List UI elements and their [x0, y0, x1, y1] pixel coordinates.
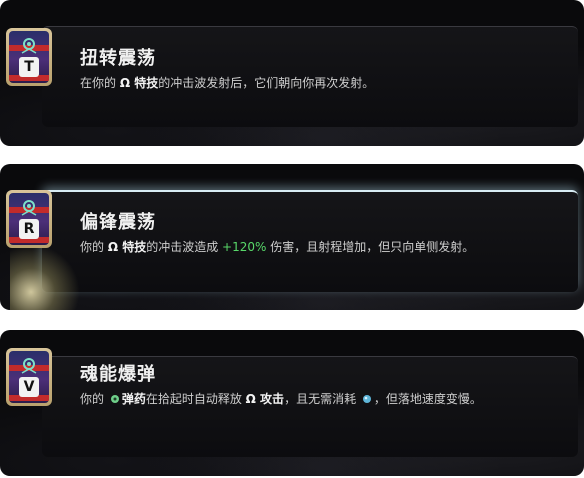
boon-title: 偏锋震荡: [80, 212, 156, 233]
description-text: 伤害，且射程增加，但只向单侧发射。: [266, 240, 475, 254]
keyword-letter: R: [19, 219, 39, 239]
description-text: 在拾起时自动释放: [145, 392, 246, 406]
description-text: ，但落地速度变慢。: [373, 392, 482, 406]
keyword-letter: V: [19, 377, 39, 397]
boon-icon-badge: V: [6, 348, 52, 406]
boon-icon-badge: R: [6, 190, 52, 248]
boon-title: 魂能爆弹: [80, 364, 156, 385]
boon-card-1[interactable]: T 扭转震荡 在你的 Ω 特技的冲击波发射后，它们朝向你再次发射。: [0, 0, 584, 146]
badge-inner: T: [9, 31, 49, 83]
description-text: 的冲击波发射后，它们朝向你再次发射。: [158, 76, 375, 90]
boon-title: 扭转震荡: [80, 48, 156, 69]
keyword-letter: T: [19, 57, 39, 77]
keyword-highlight: Ω 特技: [107, 240, 147, 254]
magick-icon: [362, 393, 372, 407]
boon-card-2[interactable]: R 偏锋震荡 你的 Ω 特技的冲击波造成 +120% 伤害，且射程增加，但只向单…: [0, 164, 584, 310]
description-text: 的冲击波造成: [146, 240, 223, 254]
badge-inner: R: [9, 193, 49, 245]
keyword-highlight: 弹药: [121, 392, 146, 406]
hecate-emblem-icon: [21, 358, 37, 374]
badge-inner: V: [9, 351, 49, 403]
selection-glow: [10, 244, 80, 310]
hecate-emblem-icon: [21, 38, 37, 54]
description-text: 在你的: [80, 76, 120, 90]
hecate-emblem-icon: [21, 200, 37, 216]
boon-description: 你的 Ω 特技的冲击波造成 +120% 伤害，且射程增加，但只向单侧发射。: [80, 238, 474, 255]
boon-icon-badge: T: [6, 28, 52, 86]
ammo-icon: [110, 393, 120, 407]
boon-description: 在你的 Ω 特技的冲击波发射后，它们朝向你再次发射。: [80, 74, 374, 91]
description-text: ，且无需消耗: [284, 392, 360, 406]
damage-bonus-value: +120%: [222, 240, 267, 254]
boon-description: 你的 弹药在拾起时自动释放 Ω 攻击，且无需消耗 ，但落地速度变慢。: [80, 390, 482, 407]
keyword-highlight: Ω 攻击: [245, 392, 285, 406]
keyword-highlight: Ω 特技: [119, 76, 159, 90]
description-text: 你的: [80, 392, 108, 406]
boon-card-3[interactable]: V 魂能爆弹 你的 弹药在拾起时自动释放 Ω 攻击，且无需消耗 ，但落地速度变慢…: [0, 330, 584, 476]
description-text: 你的: [80, 240, 108, 254]
